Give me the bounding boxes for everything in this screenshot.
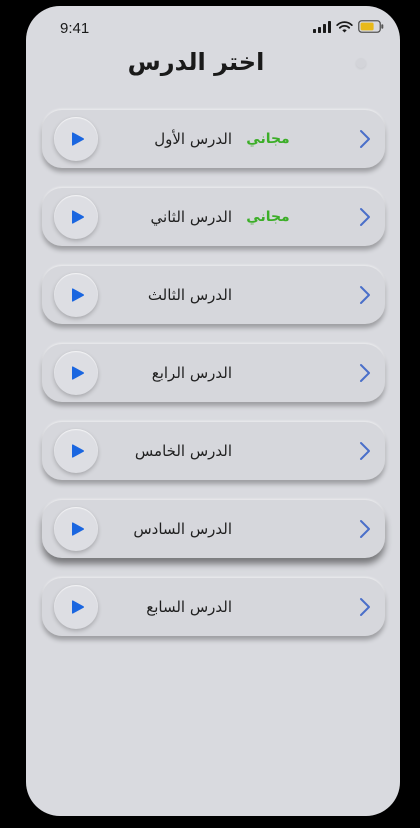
lesson-title: الدرس السادس: [133, 520, 232, 538]
battery-icon: [358, 20, 384, 33]
play-icon: [71, 522, 84, 536]
status-bar: 9:41: [26, 6, 400, 52]
chevron-right-icon: [359, 129, 371, 149]
play-icon: [71, 210, 84, 224]
chevron-right-icon: [359, 519, 371, 539]
chevron-right-icon: [359, 363, 371, 383]
lesson-list: الدرس الأول مجاني الدرس الثاني مجاني الد…: [42, 110, 386, 656]
lesson-row-5[interactable]: الدرس الخامس: [42, 422, 385, 480]
phone-screen: 9:41 اختر الدرس الدرس الأول مجاني الدرس …: [26, 6, 400, 816]
lesson-row-4[interactable]: الدرس الرابع: [42, 344, 385, 402]
lesson-row-2[interactable]: الدرس الثاني مجاني: [42, 188, 385, 246]
lesson-row-1[interactable]: الدرس الأول مجاني: [42, 110, 385, 168]
status-time: 9:41: [60, 20, 90, 37]
lesson-title: الدرس الثالث: [147, 286, 232, 304]
chevron-right-icon: [359, 441, 371, 461]
play-button[interactable]: [54, 429, 98, 473]
play-button[interactable]: [54, 195, 98, 239]
chevron-right-icon: [359, 285, 371, 305]
play-icon: [71, 366, 84, 380]
menu-dot[interactable]: [356, 58, 366, 68]
play-button[interactable]: [54, 117, 98, 161]
chevron-right-icon: [359, 597, 371, 617]
play-icon: [71, 444, 84, 458]
page-title: اختر الدرس: [127, 48, 265, 76]
wifi-icon: [336, 20, 353, 33]
chevron-right-icon: [359, 207, 371, 227]
play-button[interactable]: [54, 351, 98, 395]
lesson-row-7[interactable]: الدرس السابع: [42, 578, 385, 636]
lesson-title: الدرس الخامس: [134, 442, 232, 460]
free-badge: مجاني: [246, 131, 290, 147]
lesson-row-3[interactable]: الدرس الثالث: [42, 266, 385, 324]
lesson-title: الدرس السابع: [146, 598, 232, 616]
play-icon: [71, 132, 84, 146]
lesson-title: الدرس الرابع: [151, 364, 232, 382]
status-icons: [313, 20, 384, 33]
play-button[interactable]: [54, 273, 98, 317]
lesson-title: الدرس الثاني: [150, 208, 232, 226]
signal-icon: [313, 20, 331, 33]
play-icon: [71, 600, 84, 614]
play-button[interactable]: [54, 507, 98, 551]
play-icon: [71, 288, 84, 302]
lesson-row-6[interactable]: الدرس السادس: [42, 500, 385, 558]
play-button[interactable]: [54, 585, 98, 629]
free-badge: مجاني: [246, 209, 290, 225]
lesson-title: الدرس الأول: [154, 130, 232, 148]
